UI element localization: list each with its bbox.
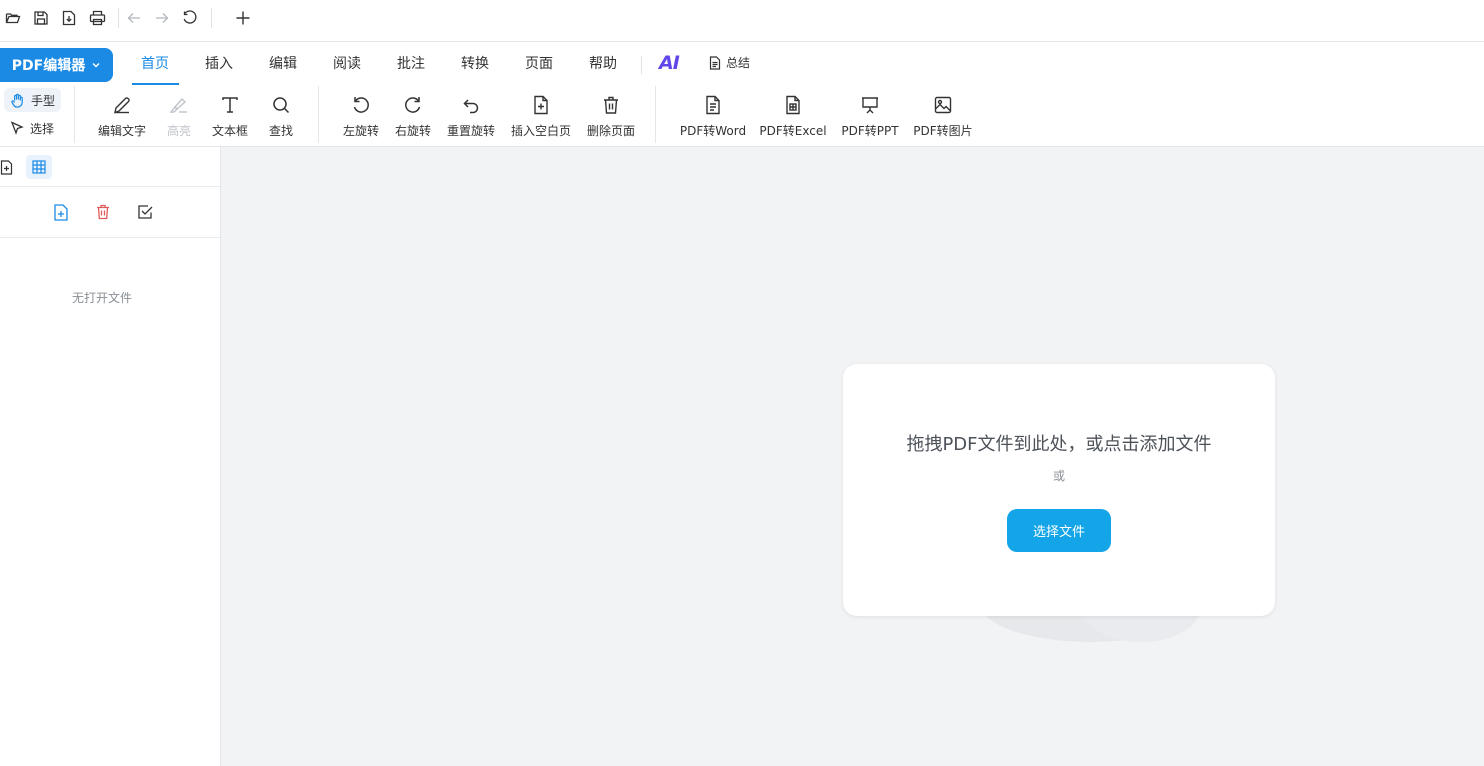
pdf-to-image-label: PDF转图片 — [913, 124, 973, 138]
new-tab-icon[interactable] — [232, 8, 254, 28]
hand-mode-label: 手型 — [31, 93, 56, 108]
tab-annotate[interactable]: 批注 — [397, 52, 425, 76]
ribbon-toolbar: 手型 选择 编辑文字 高亮 文本框 查找 左旋转 右旋转 重置旋转 插入空白页 … — [0, 86, 1484, 147]
find-button[interactable]: 查找 — [241, 94, 321, 139]
active-tab-indicator — [132, 83, 179, 85]
app-menu-button[interactable]: PDF编辑器 — [0, 48, 113, 82]
pdf-to-excel-label: PDF转Excel — [759, 124, 827, 138]
tab-home[interactable]: 首页 — [141, 52, 169, 76]
summary-label: 总结 — [726, 56, 751, 70]
sidebar: 无打开文件 — [0, 147, 221, 766]
insert-blank-page-label: 插入空白页 — [510, 124, 571, 138]
quickbar-divider — [118, 8, 119, 28]
select-mode-button[interactable]: 选择 — [4, 116, 60, 140]
toolbar-divider — [74, 86, 75, 143]
delete-page-button[interactable]: 删除页面 — [571, 94, 651, 139]
redo-icon[interactable] — [151, 8, 173, 28]
ai-button[interactable]: AI — [659, 52, 680, 74]
choose-file-button[interactable]: 选择文件 — [1007, 509, 1111, 552]
sidebar-actions — [0, 187, 220, 238]
reset-rotation-button[interactable]: 重置旋转 — [431, 94, 511, 139]
excel-document-icon — [783, 94, 803, 116]
pdf-to-ppt-button[interactable]: PDF转PPT — [830, 94, 910, 139]
menu-divider — [641, 56, 642, 74]
delete-page-icon[interactable] — [94, 203, 112, 221]
folder-open-icon[interactable] — [2, 8, 24, 28]
highlight-label: 高亮 — [166, 124, 191, 138]
drop-zone-or: 或 — [1052, 469, 1065, 483]
chevron-down-icon — [91, 60, 101, 70]
file-drop-zone[interactable]: 拖拽PDF文件到此处，或点击添加文件 或 选择文件 — [843, 364, 1275, 616]
toolbar-divider — [655, 86, 656, 143]
insert-blank-page-button[interactable]: 插入空白页 — [501, 94, 581, 139]
delete-page-label: 删除页面 — [586, 124, 635, 138]
sidebar-tab-add-file[interactable] — [0, 155, 20, 179]
app-menu-label: PDF编辑器 — [11, 58, 86, 74]
pdf-to-image-button[interactable]: PDF转图片 — [903, 94, 983, 139]
hand-icon — [10, 93, 25, 108]
save-as-icon[interactable] — [58, 8, 80, 28]
menu-bar: PDF编辑器 首页 插入 编辑 阅读 批注 转换 页面 帮助 AI 总结 — [0, 42, 1484, 86]
pdf-to-word-button[interactable]: PDF转Word — [673, 94, 753, 139]
save-icon[interactable] — [30, 8, 52, 28]
tab-insert[interactable]: 插入 — [205, 52, 233, 76]
grid-icon — [32, 160, 46, 174]
word-document-icon — [703, 94, 723, 116]
checkbox-select-icon[interactable] — [136, 203, 154, 221]
file-plus-icon — [531, 94, 551, 116]
tab-page[interactable]: 页面 — [525, 52, 553, 76]
reset-rotation-label: 重置旋转 — [446, 124, 495, 138]
rotate-right-label: 右旋转 — [394, 124, 431, 138]
tab-convert[interactable]: 转换 — [461, 52, 489, 76]
quickbar-divider — [211, 8, 212, 28]
pdf-to-word-label: PDF转Word — [679, 124, 747, 138]
trash-icon — [601, 94, 621, 116]
drop-zone-title: 拖拽PDF文件到此处，或点击添加文件 — [906, 434, 1212, 455]
tab-read[interactable]: 阅读 — [333, 52, 361, 76]
pdf-to-ppt-label: PDF转PPT — [841, 124, 899, 138]
summary-button[interactable]: 总结 — [709, 54, 750, 71]
cursor-icon — [10, 121, 24, 135]
highlighter-icon — [169, 94, 189, 116]
pdf-to-excel-button[interactable]: PDF转Excel — [753, 94, 833, 139]
reset-rotation-icon — [461, 94, 481, 116]
tab-edit[interactable]: 编辑 — [269, 52, 297, 76]
file-add-icon — [0, 159, 14, 175]
select-mode-label: 选择 — [30, 121, 55, 136]
document-icon — [709, 55, 721, 70]
rotate-right-icon — [403, 94, 423, 116]
search-icon — [271, 94, 291, 116]
quick-access-bar — [0, 0, 1484, 42]
image-icon — [933, 94, 953, 116]
rotate-left-icon — [351, 94, 371, 116]
toolbar-divider — [318, 86, 319, 143]
sidebar-tabs — [0, 147, 220, 187]
sidebar-tab-thumbnails[interactable] — [26, 155, 52, 179]
hand-mode-button[interactable]: 手型 — [4, 88, 62, 112]
add-page-icon[interactable] — [52, 203, 70, 221]
document-workspace: 拖拽PDF文件到此处，或点击添加文件 或 选择文件 — [221, 147, 1484, 766]
presentation-icon — [860, 94, 880, 116]
find-label: 查找 — [268, 124, 293, 138]
tab-help[interactable]: 帮助 — [589, 52, 617, 76]
pencil-icon — [112, 94, 132, 116]
print-icon[interactable] — [86, 8, 108, 28]
undo-icon[interactable] — [123, 8, 145, 28]
no-file-message: 无打开文件 — [71, 291, 132, 305]
text-t-icon — [220, 94, 240, 116]
refresh-icon[interactable] — [179, 8, 201, 28]
